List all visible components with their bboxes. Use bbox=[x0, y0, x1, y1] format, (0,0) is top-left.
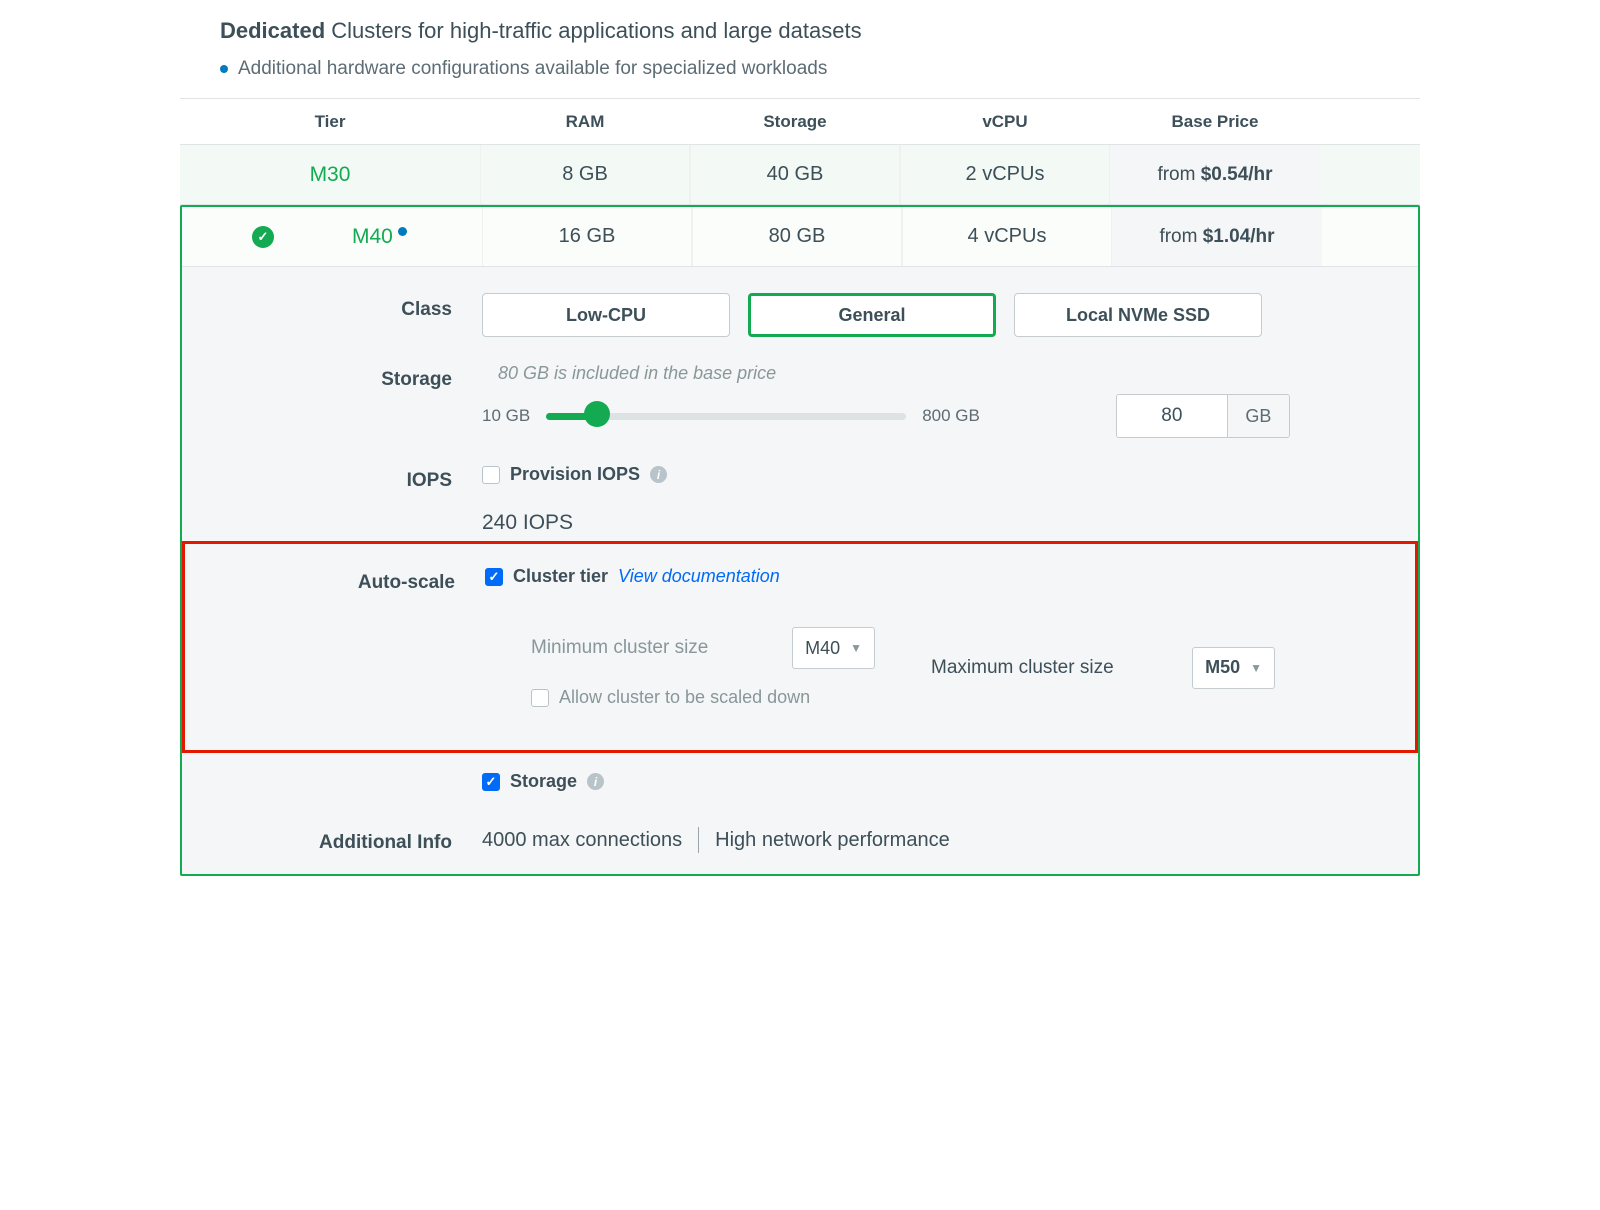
tier-name-cell-m40: ✓ M40 bbox=[182, 225, 482, 249]
autoscale-label: Auto-scale bbox=[185, 566, 485, 728]
max-size-panel: Maximum cluster size M50 ▼ bbox=[909, 607, 1297, 728]
slider-min: 10 GB bbox=[482, 406, 530, 426]
iops-label: IOPS bbox=[182, 464, 482, 535]
class-option-nvme[interactable]: Local NVMe SSD bbox=[1014, 293, 1262, 337]
additional-info-label: Additional Info bbox=[182, 826, 482, 854]
tier-row-m30[interactable]: M30 8 GB 40 GB 2 vCPUs from $0.54/hr bbox=[180, 145, 1420, 205]
autoscale-highlight: Auto-scale Cluster tier View documentati… bbox=[182, 541, 1418, 753]
tier-ram-m40: 16 GB bbox=[482, 207, 692, 266]
additional-info-a: 4000 max connections bbox=[482, 829, 682, 852]
col-tier: Tier bbox=[180, 112, 480, 132]
storage-slider[interactable] bbox=[546, 406, 906, 426]
max-size-value: M50 bbox=[1205, 657, 1240, 678]
tier-name-m30: M30 bbox=[310, 163, 351, 187]
tier-vcpu-m40: 4 vCPUs bbox=[902, 207, 1112, 266]
col-storage: Storage bbox=[690, 112, 900, 132]
section-subheader-text: Additional hardware configurations avail… bbox=[238, 58, 827, 80]
storage-unit: GB bbox=[1227, 395, 1289, 437]
min-size-panel: Minimum cluster size M40 ▼ Allow cl bbox=[509, 607, 897, 728]
col-price: Base Price bbox=[1110, 112, 1320, 132]
class-option-general[interactable]: General bbox=[748, 293, 996, 337]
cluster-tier-checkbox[interactable] bbox=[485, 568, 503, 586]
storage-input-group: GB bbox=[1116, 394, 1290, 438]
storage-autoscale-label: Storage bbox=[510, 771, 577, 792]
chevron-down-icon: ▼ bbox=[850, 641, 862, 655]
allow-scale-down-label: Allow cluster to be scaled down bbox=[559, 687, 810, 708]
storage-autoscale-row: Storage i bbox=[182, 753, 1418, 792]
additional-info-row: Additional Info 4000 max connections Hig… bbox=[182, 792, 1418, 854]
storage-input[interactable] bbox=[1117, 395, 1227, 437]
tier-storage-m30: 40 GB bbox=[690, 145, 900, 204]
tier-name-m40: M40 bbox=[352, 225, 393, 248]
allow-scale-down-checkbox[interactable] bbox=[531, 689, 549, 707]
section-subheader: Additional hardware configurations avail… bbox=[180, 52, 1420, 98]
slider-max: 800 GB bbox=[922, 406, 980, 426]
min-size-value: M40 bbox=[805, 638, 840, 659]
check-icon: ✓ bbox=[252, 226, 274, 248]
tier-price-m40: from $1.04/hr bbox=[1112, 207, 1322, 266]
selected-tier-outline: ✓ M40 16 GB 80 GB 4 vCPUs from $1.04/hr … bbox=[180, 205, 1420, 876]
blue-dot-icon bbox=[398, 227, 407, 236]
col-vcpu: vCPU bbox=[900, 112, 1110, 132]
class-row: Class Low-CPU General Local NVMe SSD bbox=[182, 267, 1418, 337]
tier-ram-m30: 8 GB bbox=[480, 145, 690, 204]
info-icon[interactable]: i bbox=[650, 466, 667, 483]
provision-iops-label: Provision IOPS bbox=[510, 464, 640, 485]
min-size-select[interactable]: M40 ▼ bbox=[792, 627, 875, 669]
tier-name-cell: M30 bbox=[180, 163, 480, 187]
iops-value: 240 IOPS bbox=[482, 511, 1322, 535]
cluster-tier-label: Cluster tier bbox=[513, 566, 608, 587]
slider-thumb-icon[interactable] bbox=[584, 401, 610, 427]
price-value: $0.54/hr bbox=[1201, 164, 1273, 186]
price-prefix: from bbox=[1159, 226, 1197, 248]
tier-storage-m40: 80 GB bbox=[692, 207, 902, 266]
view-documentation-link[interactable]: View documentation bbox=[618, 566, 780, 587]
class-option-low-cpu[interactable]: Low-CPU bbox=[482, 293, 730, 337]
storage-autoscale-checkbox[interactable] bbox=[482, 773, 500, 791]
storage-label: Storage bbox=[182, 363, 482, 438]
divider-icon bbox=[698, 827, 699, 853]
iops-row: IOPS Provision IOPS i 240 IOPS bbox=[182, 438, 1418, 535]
table-header-row: Tier RAM Storage vCPU Base Price bbox=[180, 99, 1420, 145]
min-size-label: Minimum cluster size bbox=[531, 637, 708, 659]
price-value: $1.04/hr bbox=[1203, 226, 1275, 248]
tier-vcpu-m30: 2 vCPUs bbox=[900, 145, 1110, 204]
tier-price-m30: from $0.54/hr bbox=[1110, 145, 1320, 204]
storage-hint: 80 GB is included in the base price bbox=[498, 363, 1322, 384]
additional-info-b: High network performance bbox=[715, 829, 950, 852]
max-size-select[interactable]: M50 ▼ bbox=[1192, 647, 1275, 689]
section-header: Dedicated Clusters for high-traffic appl… bbox=[180, 0, 1420, 52]
price-prefix: from bbox=[1157, 164, 1195, 186]
section-header-bold: Dedicated bbox=[220, 18, 325, 43]
max-size-label: Maximum cluster size bbox=[931, 657, 1114, 679]
tier-row-m40[interactable]: ✓ M40 16 GB 80 GB 4 vCPUs from $1.04/hr bbox=[182, 207, 1418, 267]
col-ram: RAM bbox=[480, 112, 690, 132]
section-header-rest: Clusters for high-traffic applications a… bbox=[325, 18, 861, 43]
provision-iops-checkbox[interactable] bbox=[482, 466, 500, 484]
class-label: Class bbox=[182, 293, 482, 337]
info-icon[interactable]: i bbox=[587, 773, 604, 790]
storage-row: Storage 80 GB is included in the base pr… bbox=[182, 337, 1418, 438]
chevron-down-icon: ▼ bbox=[1250, 661, 1262, 675]
tier-table: Tier RAM Storage vCPU Base Price M30 8 G… bbox=[180, 98, 1420, 876]
blue-dot-icon bbox=[220, 65, 228, 73]
